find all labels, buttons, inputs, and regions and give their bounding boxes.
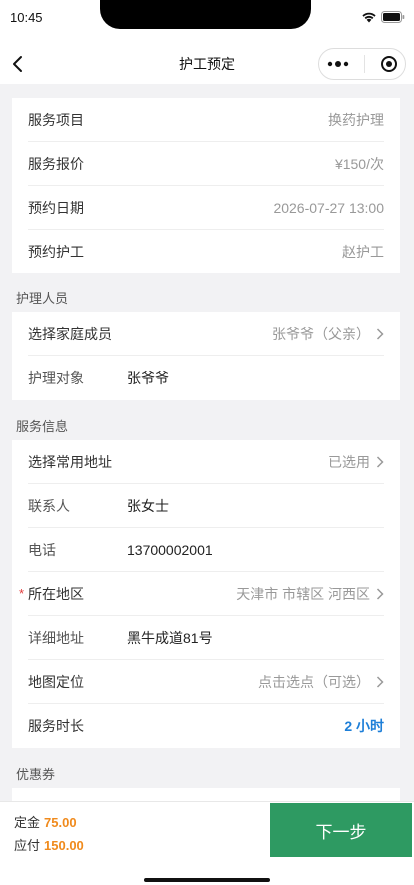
family-member-value: 张爷爷（父亲） xyxy=(272,326,370,342)
chevron-right-icon xyxy=(376,676,384,688)
detail-address-value[interactable]: 黑牛成道81号 xyxy=(127,628,213,648)
address-select-value: 已选用 xyxy=(328,454,370,470)
battery-icon xyxy=(381,11,405,23)
payable-line: 应付 150.00 xyxy=(14,835,84,854)
row-value-wrap: 天津市 市辖区 河西区 xyxy=(236,584,384,604)
chevron-right-icon xyxy=(376,588,384,600)
service-item-row: 服务项目 换药护理 xyxy=(28,98,384,142)
row-label: 电话 xyxy=(28,542,56,558)
home-indicator xyxy=(144,878,270,882)
region-value: 天津市 市辖区 河西区 xyxy=(236,586,370,602)
row-value: 换药护理 xyxy=(328,112,384,128)
region-row[interactable]: * 所在地区 天津市 市辖区 河西区 xyxy=(19,572,384,616)
coupon-section-title: 优惠券 xyxy=(16,767,56,782)
bottom-bar-divider xyxy=(0,801,414,802)
phone-value[interactable]: 13700002001 xyxy=(127,542,213,558)
row-label: 详细地址 xyxy=(28,630,84,646)
bottom-action-bar: 定金 75.00 应付 150.00 下一步 xyxy=(0,801,414,885)
row-label: 联系人 xyxy=(28,498,70,514)
row-label: 服务项目 xyxy=(28,112,84,128)
row-label: 服务时长 xyxy=(28,718,84,734)
row-label: 预约护工 xyxy=(28,244,84,260)
deposit-amount: 75.00 xyxy=(44,815,77,830)
payable-label: 应付 xyxy=(14,838,41,853)
row-label: 预约日期 xyxy=(28,200,84,216)
select-address-row[interactable]: 选择常用地址 已选用 xyxy=(28,440,384,484)
row-label: 选择常用地址 xyxy=(28,454,112,470)
row-label: 所在地区 xyxy=(28,586,84,602)
chevron-right-icon xyxy=(376,328,384,340)
chevron-right-icon xyxy=(376,456,384,468)
row-label: 地图定位 xyxy=(28,674,84,690)
deposit-label: 定金 xyxy=(14,815,41,830)
service-info-section-title: 服务信息 xyxy=(16,419,69,434)
service-info-card: 选择常用地址 已选用 联系人 张女士 电话 13700002001 * 所在地区… xyxy=(12,440,400,748)
contact-row[interactable]: 联系人 张女士 xyxy=(28,484,384,528)
capsule-divider xyxy=(363,55,365,73)
row-value-wrap: 点击选点（可选） xyxy=(258,672,384,692)
service-price-row: 服务报价 ¥150/次 xyxy=(28,142,384,186)
map-location-row[interactable]: 地图定位 点击选点（可选） xyxy=(28,660,384,704)
row-label: 护理对象 xyxy=(28,370,84,386)
payable-amount: 150.00 xyxy=(44,838,84,853)
caregiver-section-title: 护理人员 xyxy=(16,291,69,306)
select-family-member-row[interactable]: 选择家庭成员 张爷爷（父亲） xyxy=(28,312,384,356)
service-summary-card: 服务项目 换药护理 服务报价 ¥150/次 预约日期 2026-07-27 13… xyxy=(12,98,400,273)
required-mark: * xyxy=(19,586,25,601)
row-value-wrap: 张爷爷（父亲） xyxy=(272,324,384,344)
deposit-line: 定金 75.00 xyxy=(14,812,77,831)
contact-value[interactable]: 张女士 xyxy=(127,496,169,516)
next-step-button[interactable]: 下一步 xyxy=(270,803,412,857)
status-time: 10:45 xyxy=(10,10,43,25)
duration-value[interactable]: 2 小时 xyxy=(344,716,384,736)
row-label: 选择家庭成员 xyxy=(28,326,112,342)
more-dots-icon[interactable] xyxy=(327,60,349,68)
mini-program-capsule xyxy=(318,48,406,80)
detail-address-row[interactable]: 详细地址 黑牛成道81号 xyxy=(28,616,384,660)
care-target-row: 护理对象 张爷爷 xyxy=(28,356,384,400)
wifi-icon xyxy=(361,11,377,23)
status-bar: 10:45 xyxy=(0,0,414,44)
close-target-icon[interactable] xyxy=(380,55,398,73)
status-icons xyxy=(361,11,405,23)
row-value: 张爷爷 xyxy=(127,370,169,386)
map-location-value: 点击选点（可选） xyxy=(258,674,370,690)
appointment-date-row: 预约日期 2026-07-27 13:00 xyxy=(28,186,384,230)
nav-bar: 护工预定 xyxy=(0,44,414,84)
row-value: 赵护工 xyxy=(342,244,384,260)
appointment-caregiver-row: 预约护工 赵护工 xyxy=(28,230,384,274)
caregiver-card: 选择家庭成员 张爷爷（父亲） 护理对象 张爷爷 xyxy=(12,312,400,400)
row-label: 服务报价 xyxy=(28,156,84,172)
phone-row[interactable]: 电话 13700002001 xyxy=(28,528,384,572)
row-value: 2026-07-27 13:00 xyxy=(273,200,384,216)
service-duration-row[interactable]: 服务时长 2 小时 xyxy=(28,704,384,748)
device-notch xyxy=(100,0,311,29)
row-value: ¥150/次 xyxy=(334,156,384,172)
row-value-wrap: 已选用 xyxy=(328,452,384,472)
